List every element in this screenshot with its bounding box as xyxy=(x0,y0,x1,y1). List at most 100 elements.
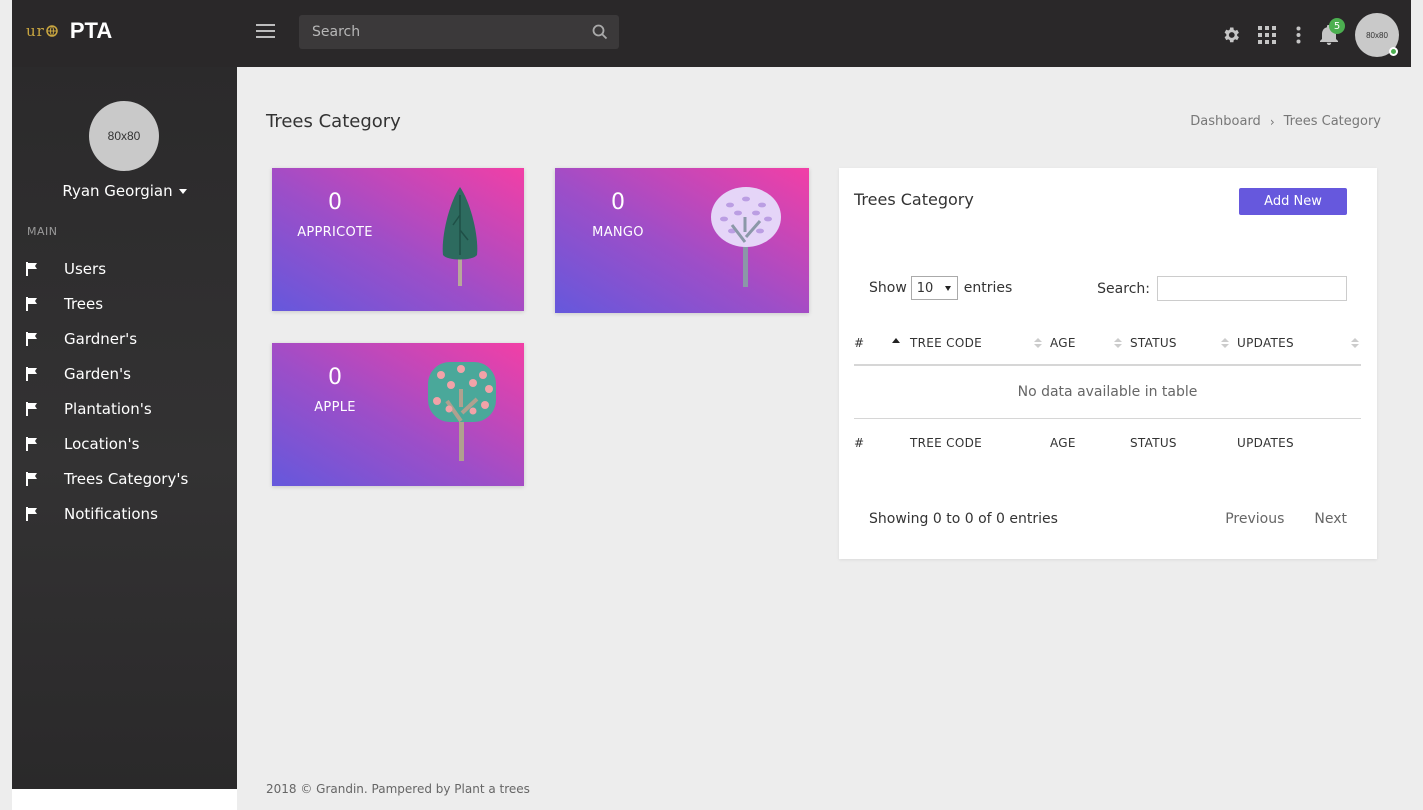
sidebar-item-label: Trees xyxy=(64,294,104,313)
avatar-placeholder-text: 80x80 xyxy=(1366,30,1388,40)
apps-grid-icon xyxy=(1258,26,1276,44)
apple-tree-icon xyxy=(428,362,496,461)
sidebar-nav: Users Trees Gardner's Garden's Plantatio… xyxy=(12,251,237,531)
flag-icon xyxy=(26,471,40,486)
table-search-input[interactable] xyxy=(1157,276,1347,301)
globe-logo-icon xyxy=(46,25,58,37)
sidebar-item-plantations[interactable]: Plantation's xyxy=(12,391,237,426)
sidebar: 80x80 Ryan Georgian MAIN Users Trees Gar… xyxy=(12,67,237,789)
card-label: MANGO xyxy=(592,225,644,240)
sort-icon xyxy=(1034,338,1042,348)
sidebar-section-title: MAIN xyxy=(27,225,58,238)
card-count: 0 xyxy=(611,190,625,215)
flag-icon xyxy=(26,261,40,276)
column-label: TREE CODE xyxy=(910,335,982,350)
table-search-label: Search: xyxy=(1097,280,1150,297)
sidebar-avatar-text: 80x80 xyxy=(107,129,141,143)
sidebar-item-label: Notifications xyxy=(64,504,158,523)
column-header-status[interactable]: STATUS xyxy=(1130,321,1237,366)
sidebar-avatar: 80x80 xyxy=(89,101,159,171)
search-input[interactable] xyxy=(299,15,619,49)
cypress-tree-icon xyxy=(442,187,478,286)
chevron-right-icon: › xyxy=(1269,114,1275,129)
sidebar-item-users[interactable]: Users xyxy=(12,251,237,286)
breadcrumb-current: Trees Category xyxy=(1283,114,1381,129)
card-label: APPLE xyxy=(314,400,356,415)
lilac-tree-icon xyxy=(711,187,781,287)
sidebar-item-gardens[interactable]: Garden's xyxy=(12,356,237,391)
sidebar-item-trees[interactable]: Trees xyxy=(12,286,237,321)
more-button[interactable] xyxy=(1285,15,1311,55)
settings-button[interactable] xyxy=(1213,15,1249,55)
sort-icon xyxy=(1221,338,1229,348)
flag-icon xyxy=(26,296,40,311)
sort-icon xyxy=(1351,338,1359,348)
column-label: UPDATES xyxy=(1237,335,1294,350)
table-search: Search: xyxy=(1097,276,1347,301)
entries-length-control: Show 10 entries xyxy=(869,276,1012,300)
next-page-button[interactable]: Next xyxy=(1314,511,1347,527)
top-search xyxy=(299,15,619,49)
table-header-row: # TREE CODE AGE STATUS UPDATES xyxy=(854,321,1361,366)
more-vertical-icon xyxy=(1296,26,1300,44)
gear-icon xyxy=(1224,27,1239,43)
footer-column-tree-code: TREE CODE xyxy=(910,417,1050,468)
panel-title: Trees Category xyxy=(854,190,974,209)
sidebar-item-label: Location's xyxy=(64,434,140,453)
flag-icon xyxy=(26,331,40,346)
column-label: STATUS xyxy=(1130,335,1177,350)
tree-card-appricote[interactable]: 0 APPRICOTE xyxy=(272,168,524,311)
sidebar-item-locations[interactable]: Location's xyxy=(12,426,237,461)
brand-name: PTA xyxy=(69,18,113,43)
column-header-tree-code[interactable]: TREE CODE xyxy=(910,321,1050,366)
card-count: 0 xyxy=(328,365,342,390)
user-name: Ryan Georgian xyxy=(62,182,173,200)
footer-text: 2018 © Grandin. Pampered by Plant a tree… xyxy=(266,782,530,796)
column-label: AGE xyxy=(1050,335,1076,350)
column-header-age[interactable]: AGE xyxy=(1050,321,1130,366)
breadcrumb-link-dashboard[interactable]: Dashboard xyxy=(1190,114,1261,129)
empty-table-message: No data available in table xyxy=(1017,383,1198,400)
sidebar-item-label: Users xyxy=(64,259,107,278)
user-menu-toggle[interactable]: Ryan Georgian xyxy=(12,182,237,200)
tree-card-apple[interactable]: 0 APPLE xyxy=(272,343,524,486)
flag-icon xyxy=(26,401,40,416)
flag-icon xyxy=(26,506,40,521)
search-icon[interactable] xyxy=(592,24,608,40)
show-label: Show xyxy=(869,280,907,296)
sidebar-item-label: Plantation's xyxy=(64,399,152,418)
menu-icon-bar xyxy=(256,30,275,32)
add-new-button[interactable]: Add New xyxy=(1239,188,1347,215)
card-count: 0 xyxy=(328,190,342,215)
sidebar-item-label: Garden's xyxy=(64,364,131,383)
table-row: No data available in table xyxy=(854,365,1361,418)
column-header-number[interactable]: # xyxy=(854,321,910,366)
sidebar-item-trees-category[interactable]: Trees Category's xyxy=(12,461,237,496)
sidebar-item-label: Trees Category's xyxy=(64,469,189,488)
footer-column-age: AGE xyxy=(1050,417,1130,468)
avatar[interactable]: 80x80 xyxy=(1355,13,1399,57)
notifications-button[interactable]: 5 xyxy=(1311,15,1347,55)
tree-card-mango[interactable]: 0 MANGO xyxy=(555,168,809,313)
brand-logo: ur xyxy=(26,22,45,40)
table-footer-row: # TREE CODE AGE STATUS UPDATES xyxy=(854,417,1361,468)
footer-column-updates: UPDATES xyxy=(1237,417,1361,468)
column-header-updates[interactable]: UPDATES xyxy=(1237,321,1361,366)
notification-badge: 5 xyxy=(1329,18,1345,34)
previous-page-button[interactable]: Previous xyxy=(1225,511,1284,527)
menu-icon-bar xyxy=(256,36,275,38)
sort-asc-icon xyxy=(892,338,900,343)
menu-toggle-button[interactable] xyxy=(256,24,275,40)
sidebar-item-label: Gardner's xyxy=(64,329,138,348)
brand[interactable]: ur PTA xyxy=(26,18,112,44)
entries-select[interactable]: 10 xyxy=(910,276,958,300)
sidebar-item-notifications[interactable]: Notifications xyxy=(12,496,237,531)
sidebar-item-gardners[interactable]: Gardner's xyxy=(12,321,237,356)
trees-category-panel: Trees Category Add New Show 10 entries S… xyxy=(839,168,1377,559)
top-actions: 5 80x80 xyxy=(1213,13,1399,57)
pagination: Previous Next xyxy=(1195,511,1347,527)
entries-select-value: 10 xyxy=(916,280,934,296)
footer-column-number: # xyxy=(854,417,910,468)
footer-column-status: STATUS xyxy=(1130,417,1237,468)
apps-button[interactable] xyxy=(1249,15,1285,55)
